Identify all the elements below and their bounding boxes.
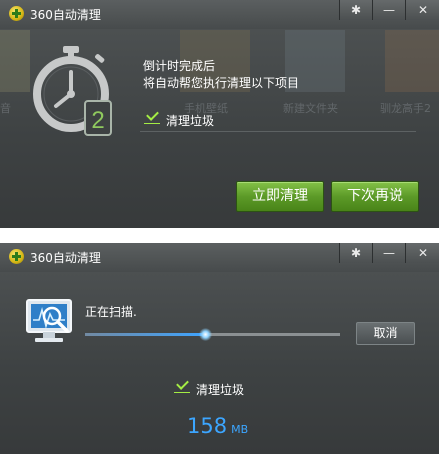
message-line-1: 倒计时完成后 [143,59,216,73]
divider [140,131,416,132]
background-label: 驯龙高手2 [380,102,431,115]
checkmark-icon[interactable] [146,109,159,122]
clean-junk-label[interactable]: 清理垃圾 [196,381,244,398]
stopwatch-icon: 2 [33,46,112,136]
monitor-scan-icon [26,299,72,342]
360-logo-icon [9,249,24,264]
clean-junk-label[interactable]: 清理垃圾 [166,112,214,129]
close-icon[interactable]: ✕ [405,0,439,20]
360-logo-icon [9,6,24,21]
minimize-icon[interactable]: — [372,0,405,20]
cancel-button[interactable]: 取消 [356,322,415,345]
title-bar[interactable]: 360自动清理 ✱ — ✕ [0,0,439,29]
gear-icon[interactable]: ✱ [339,0,372,20]
progress-glow [198,328,212,341]
window-title: 360自动清理 [30,251,101,265]
checkbox-underline [144,123,160,124]
background-label: 音 [0,102,11,115]
title-bar[interactable]: 360自动清理 ✱ — ✕ [0,243,439,272]
scan-status-text: 正在扫描. [85,305,137,319]
window-title: 360自动清理 [30,8,101,22]
clean-now-button[interactable]: 立即清理 [236,181,324,212]
background-thumbnail [385,30,439,92]
background-label: 新建文件夹 [283,102,338,115]
message-line-2: 将自动帮您执行清理以下项目 [143,76,300,90]
minimize-icon[interactable]: — [372,243,405,263]
checkbox-underline [174,392,190,393]
checkmark-icon[interactable] [176,378,189,391]
junk-size-value: 158 [187,414,228,438]
close-icon[interactable]: ✕ [405,243,439,263]
progress-fill [85,333,205,336]
scan-progress-bar [85,328,340,341]
gear-icon[interactable]: ✱ [339,243,372,263]
auto-clean-countdown-window: 音 手机壁纸 新建文件夹 驯龙高手2 360自动清理 ✱ — ✕ 2 倒计时完成… [0,0,439,228]
junk-size-unit: MB [231,423,249,436]
next-time-button[interactable]: 下次再说 [331,181,419,212]
background-thumbnail [0,30,30,92]
junk-size: 158 MB [187,414,248,438]
auto-clean-scanning-window: 360自动清理 ✱ — ✕ 正在扫描. 取消 清理垃圾 158 MB [0,243,439,454]
countdown-digit: 2 [91,107,104,134]
